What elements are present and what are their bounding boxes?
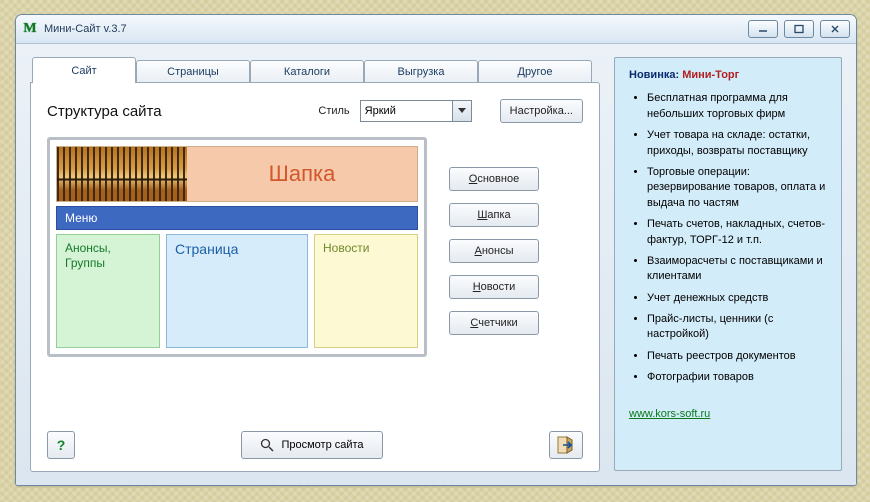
list-item: Прайс-листы, ценники (с настройкой) bbox=[647, 312, 829, 343]
preview-header-label: Шапка bbox=[187, 147, 417, 201]
promo-title: Новинка: Мини-Торг bbox=[629, 68, 829, 83]
list-item: Печать счетов, накладных, счетов-фактур,… bbox=[647, 217, 829, 248]
tab-bar: Сайт Страницы Каталоги Выгрузка Другое bbox=[30, 57, 600, 82]
tab-other[interactable]: Другое bbox=[478, 60, 592, 82]
help-button[interactable]: ? bbox=[47, 431, 75, 459]
news-button[interactable]: Новости bbox=[449, 275, 539, 299]
preview-header-image bbox=[57, 147, 187, 201]
list-item: Учет товара на складе: остатки, приходы,… bbox=[647, 128, 829, 159]
window-title: Мини-Сайт v.3.7 bbox=[44, 23, 748, 35]
tab-catalog[interactable]: Каталоги bbox=[250, 60, 364, 82]
close-icon bbox=[829, 24, 841, 34]
list-item: Учет денежных средств bbox=[647, 291, 829, 306]
maximize-icon bbox=[793, 24, 805, 34]
tab-export[interactable]: Выгрузка bbox=[364, 60, 478, 82]
tab-pages[interactable]: Страницы bbox=[136, 60, 250, 82]
minimize-button[interactable] bbox=[748, 20, 778, 38]
preview-menu: Меню bbox=[56, 206, 418, 230]
style-combo-value: Яркий bbox=[361, 105, 452, 117]
titlebar: M Мини-Сайт v.3.7 bbox=[16, 15, 856, 44]
settings-button[interactable]: Настройка... bbox=[500, 99, 583, 123]
preview-page: Страница bbox=[166, 234, 308, 348]
maximize-button[interactable] bbox=[784, 20, 814, 38]
preview-header: Шапка bbox=[56, 146, 418, 202]
counters-button[interactable]: Счетчики bbox=[449, 311, 539, 335]
anons-button[interactable]: Анонсы bbox=[449, 239, 539, 263]
promo-list: Бесплатная программа для небольших торго… bbox=[629, 91, 829, 385]
preview-anons: Анонсы, Группы bbox=[56, 234, 160, 348]
tab-panel-site: Структура сайта Стиль Яркий Настройка... bbox=[30, 82, 600, 472]
list-item: Печать реестров документов bbox=[647, 349, 829, 364]
list-item: Фотографии товаров bbox=[647, 370, 829, 385]
exit-icon bbox=[557, 436, 575, 454]
preview-site-button[interactable]: Просмотр сайта bbox=[241, 431, 382, 459]
app-window: M Мини-Сайт v.3.7 Сайт Страницы Каталоги… bbox=[15, 14, 857, 486]
exit-button[interactable] bbox=[549, 431, 583, 459]
close-button[interactable] bbox=[820, 20, 850, 38]
main-button[interactable]: Основное bbox=[449, 167, 539, 191]
promo-link[interactable]: www.kors-soft.ru bbox=[629, 408, 710, 420]
preview-news: Новости bbox=[314, 234, 418, 348]
site-layout-preview: Шапка Меню Анонсы, Группы Страница Новос… bbox=[47, 137, 427, 357]
minimize-icon bbox=[757, 24, 769, 34]
promo-panel: Новинка: Мини-Торг Бесплатная программа … bbox=[614, 57, 842, 471]
list-item: Бесплатная программа для небольших торго… bbox=[647, 91, 829, 122]
tab-site[interactable]: Сайт bbox=[32, 57, 136, 83]
header-button[interactable]: Шапка bbox=[449, 203, 539, 227]
magnifier-icon bbox=[260, 438, 274, 452]
style-combo[interactable]: Яркий bbox=[360, 100, 472, 122]
panel-heading: Структура сайта bbox=[47, 103, 308, 120]
list-item: Торговые операции: резервирование товаро… bbox=[647, 165, 829, 211]
list-item: Взаиморасчеты с поставщиками и клиентами bbox=[647, 254, 829, 285]
app-icon: M bbox=[22, 21, 38, 37]
chevron-down-icon bbox=[452, 101, 471, 121]
style-label: Стиль bbox=[318, 105, 349, 117]
